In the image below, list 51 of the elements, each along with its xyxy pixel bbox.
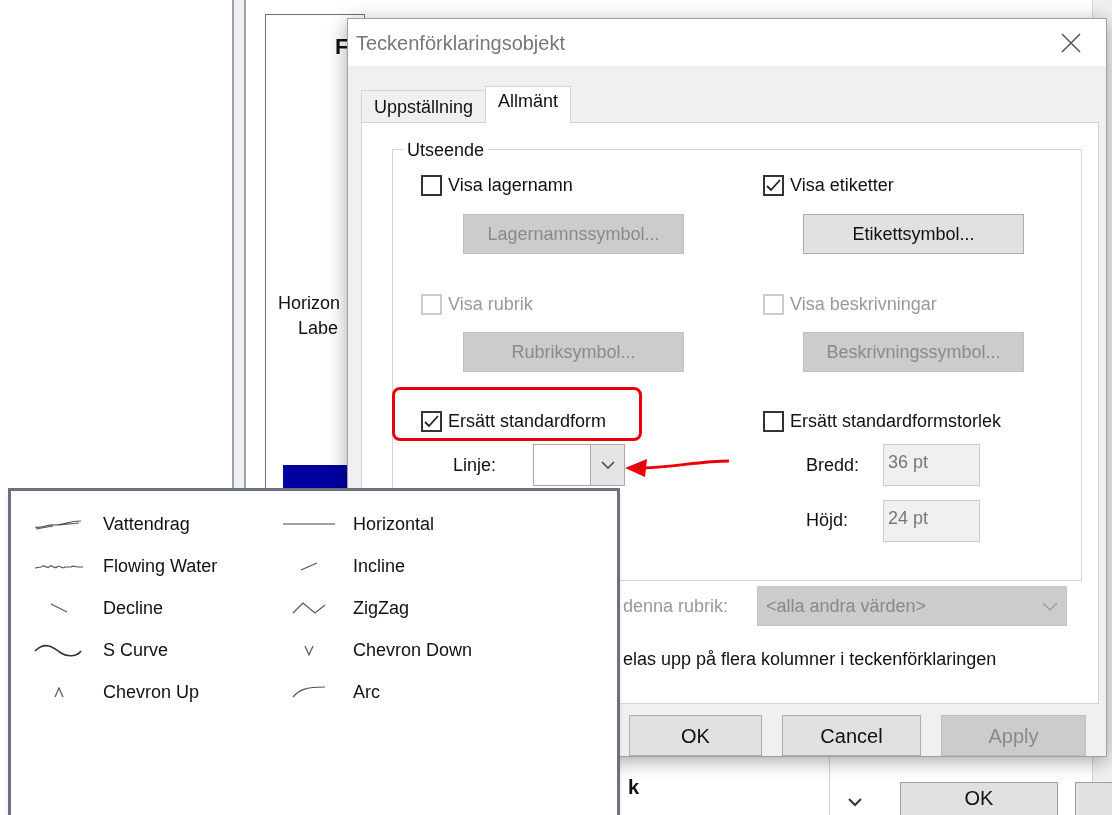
line-style-option[interactable]: Chevron Down xyxy=(261,629,617,671)
list-text: k xyxy=(628,775,640,800)
field-label: Bredd: xyxy=(806,453,861,477)
chevron-down-icon[interactable] xyxy=(848,798,862,807)
preview-label: Horizon xyxy=(278,292,341,315)
stream-line-icon xyxy=(34,518,82,530)
checkbox[interactable] xyxy=(421,174,442,196)
checkbox-label: Visa lagernamn xyxy=(448,173,573,197)
line-style-option[interactable]: Chevron Up xyxy=(11,671,261,713)
rising-line-icon xyxy=(300,561,318,571)
checkbox[interactable] xyxy=(763,174,784,196)
legend-swatch xyxy=(283,465,347,490)
ok-button[interactable]: OK xyxy=(900,782,1058,815)
checkbox-label: Ersätt standardform xyxy=(448,409,607,433)
symbol-button[interactable]: Etikettsymbol... xyxy=(803,214,1024,254)
line-style-option[interactable]: Vattendrag xyxy=(11,503,261,545)
checkbox[interactable] xyxy=(421,410,442,432)
preview-heading: F xyxy=(335,33,349,61)
tab[interactable]: Allmänt xyxy=(485,86,572,123)
checkbox[interactable] xyxy=(763,410,784,432)
split-columns-label: elas upp på flera kolumner i teckenförklaringen xyxy=(623,649,997,669)
chevron-down-icon xyxy=(304,644,314,656)
preview-label: Labe xyxy=(298,317,339,340)
field-label: Linje: xyxy=(453,453,498,477)
dialog-button[interactable]: OK xyxy=(629,715,762,756)
line-style-option[interactable]: Horizontal xyxy=(261,503,617,545)
zigzag-icon xyxy=(292,602,326,614)
falling-line-icon xyxy=(50,603,68,613)
line-style-option[interactable]: Incline xyxy=(261,545,617,587)
window-title: Teckenförklaringsobjekt xyxy=(356,30,565,56)
checkbox-label: Visa etiketter xyxy=(790,173,894,197)
line-style-option[interactable]: Decline xyxy=(11,587,261,629)
heading-label: denna rubrik: xyxy=(623,594,730,618)
arc-icon xyxy=(292,686,326,698)
tab[interactable]: Uppställning xyxy=(361,90,487,123)
field-label: Höjd: xyxy=(806,509,850,532)
straight-line-icon xyxy=(283,523,335,525)
close-icon[interactable] xyxy=(1061,32,1081,53)
checkbox-label: Visa beskrivningar xyxy=(790,292,937,316)
line-style-option[interactable]: Flowing Water xyxy=(11,545,261,587)
line-style-option[interactable]: S Curve xyxy=(11,629,261,671)
chevron-down-icon xyxy=(1042,601,1058,611)
dialog-button[interactable]: Cancel xyxy=(782,715,921,756)
checkbox-label: Ersätt standardformstorlek xyxy=(790,409,1002,433)
s-curve-icon xyxy=(34,643,82,657)
chevron-down-icon xyxy=(600,461,615,469)
checkbox-label: Visa rubrik xyxy=(448,292,533,316)
line-style-option[interactable]: ZigZag xyxy=(261,587,617,629)
dropdown-button[interactable] xyxy=(590,445,624,485)
line-style-option[interactable]: Arc xyxy=(261,671,617,713)
chevron-up-icon xyxy=(54,686,64,698)
